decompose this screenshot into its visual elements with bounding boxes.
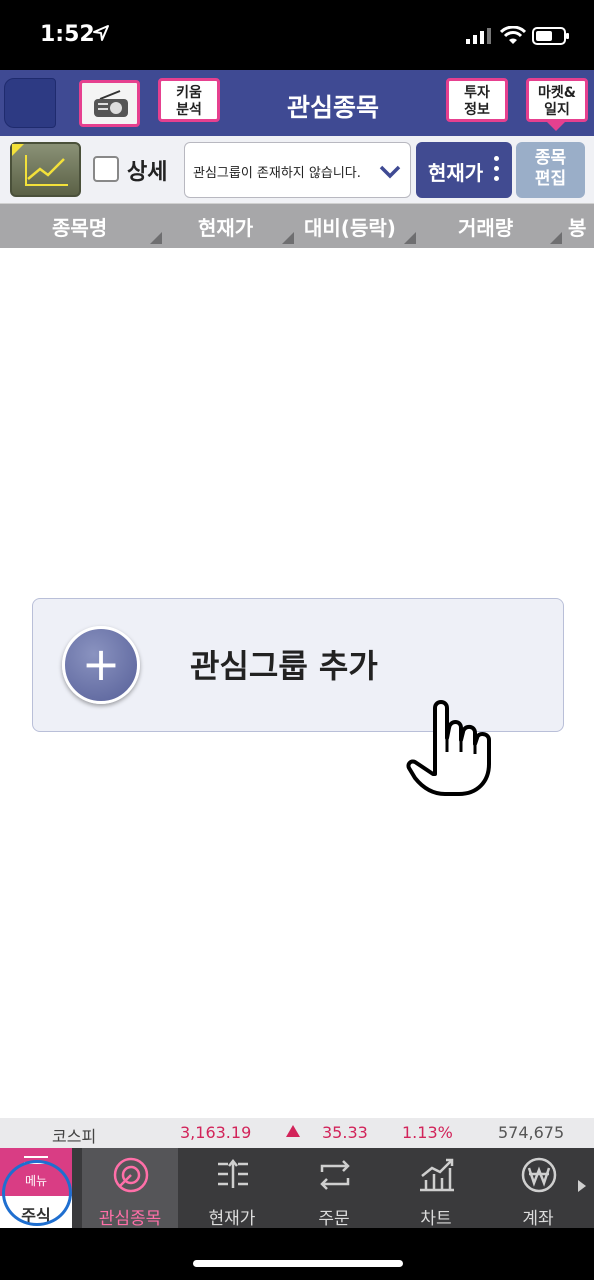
location-arrow-icon (93, 25, 109, 41)
nav-label: 관심종목 (98, 1209, 162, 1229)
nav-watchlist[interactable]: 관심종목 (82, 1148, 178, 1229)
column-header: 종목명 현재가 대비(등락) 거래량 봉 (0, 204, 594, 248)
invest-info-button[interactable]: 투자 정보 (446, 78, 508, 122)
nav-label: 차트 (420, 1209, 452, 1229)
current-price-label: 현재가 (428, 161, 484, 185)
column-candle[interactable]: 봉 (568, 212, 586, 241)
ticker-volume: 574,675 (498, 1123, 565, 1142)
market-label-2: 일지 (544, 102, 570, 118)
nav-current-price[interactable]: 현재가 (184, 1148, 280, 1229)
column-current-price[interactable]: 현재가 (198, 212, 253, 241)
more-vertical-icon (494, 156, 500, 184)
invest-label-2: 정보 (464, 102, 490, 118)
detail-checkbox[interactable] (93, 156, 119, 182)
nav-label: 주문 (318, 1209, 350, 1229)
market-journal-button[interactable]: 마켓& 일지 (526, 78, 588, 122)
nav-account[interactable]: 계좌 (490, 1148, 586, 1229)
current-price-icon (218, 1158, 248, 1188)
kiwoom-label-2: 분석 (176, 102, 202, 118)
group-select-value: 관심그룹이 존재하지 않습니다. (193, 166, 361, 181)
sort-triangle-icon (550, 232, 562, 244)
invest-label-1: 투자 (464, 85, 490, 101)
up-triangle-icon (286, 1125, 300, 1137)
detail-label: 상세 (127, 160, 168, 185)
market-ticker[interactable]: 코스피 3,163.19 35.33 1.13% 574,675 (0, 1118, 594, 1148)
edit-stocks-button[interactable]: 종목 편집 (516, 142, 585, 198)
bottom-nav: 메뉴 주식 관심종목 현재가 주문 차트 계좌 (0, 1148, 594, 1229)
edit-label-1: 종목 (534, 148, 567, 168)
column-volume[interactable]: 거래량 (458, 212, 513, 241)
battery-icon (532, 27, 569, 45)
radio-icon (94, 90, 128, 117)
ticker-change: 35.33 (322, 1123, 368, 1142)
highlight-ring (2, 1160, 72, 1226)
menu-button[interactable]: 메뉴 주식 (0, 1148, 72, 1228)
plus-icon: + (62, 626, 140, 704)
market-pointer-icon (547, 122, 565, 131)
won-account-icon (521, 1157, 557, 1193)
home-indicator[interactable] (193, 1260, 403, 1267)
column-change[interactable]: 대비(등락) (304, 212, 396, 241)
status-time: 1:52 (40, 22, 95, 47)
line-chart-icon (25, 155, 68, 186)
column-stock-name[interactable]: 종목명 (52, 212, 107, 241)
chevron-down-icon (379, 165, 401, 179)
nav-order[interactable]: 주문 (286, 1148, 382, 1229)
sort-triangle-icon (282, 232, 294, 244)
sort-triangle-icon (404, 232, 416, 244)
chart-icon (420, 1158, 454, 1192)
ticker-percent: 1.13% (402, 1123, 453, 1142)
order-icon (320, 1160, 350, 1190)
wifi-icon (500, 26, 526, 44)
sort-triangle-icon (150, 232, 162, 244)
kiwoom-label-1: 키움 (176, 85, 202, 101)
cellular-signal-icon (466, 28, 491, 44)
nav-label: 계좌 (522, 1209, 554, 1229)
app-header: 키움 분석 관심종목 투자 정보 마켓& 일지 (0, 70, 594, 136)
current-price-select-button[interactable]: 현재가 (416, 142, 512, 198)
nav-more-arrow-icon[interactable] (578, 1180, 586, 1192)
toolbar: 상세 관심그룹이 존재하지 않습니다. 현재가 종목 편집 (0, 136, 594, 204)
nav-label: 현재가 (208, 1209, 256, 1229)
group-select[interactable]: 관심그룹이 존재하지 않습니다. (184, 142, 411, 198)
market-label-1: 마켓& (538, 85, 576, 101)
edit-label-2: 편집 (534, 169, 567, 189)
nav-chart[interactable]: 차트 (388, 1148, 484, 1229)
mini-chart-button[interactable] (10, 142, 81, 197)
page-title: 관심종목 (286, 93, 379, 122)
back-button[interactable] (4, 78, 56, 128)
radio-button[interactable] (79, 80, 140, 127)
kiwoom-analysis-button[interactable]: 키움 분석 (158, 78, 220, 122)
ticker-value: 3,163.19 (180, 1123, 252, 1142)
status-bar: 1:52 (0, 0, 594, 70)
watchlist-icon (113, 1157, 149, 1193)
add-watch-group-label: 관심그룹 추가 (190, 647, 378, 685)
home-bar-area (0, 1228, 594, 1280)
pointing-hand-icon (406, 700, 491, 796)
ticker-index-name: 코스피 (52, 1127, 97, 1146)
